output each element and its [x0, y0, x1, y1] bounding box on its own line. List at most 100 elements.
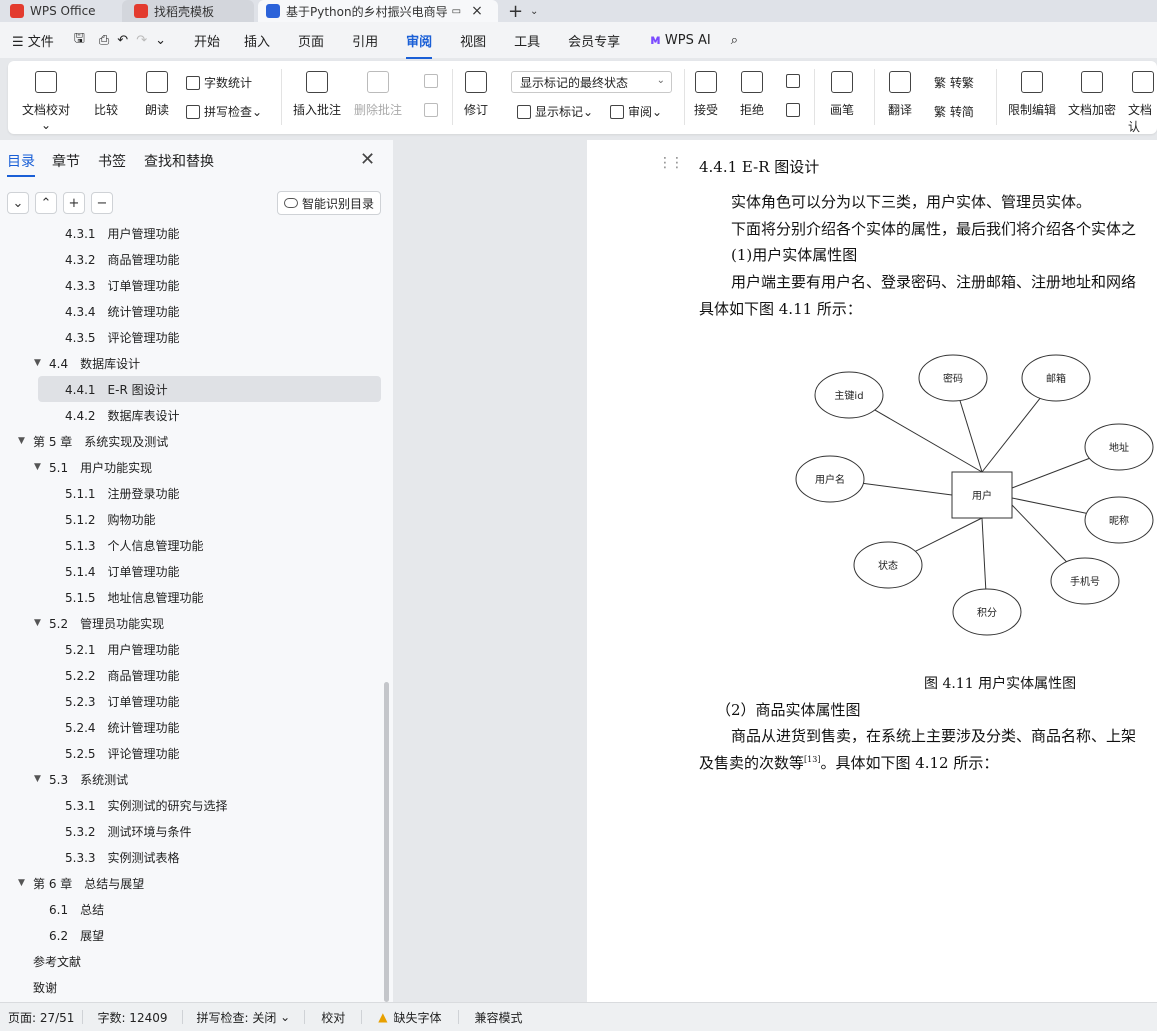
menu-file[interactable]: ☰ 文件	[0, 31, 64, 50]
toc-item[interactable]: 5.3.1 实例测试的研究与选择	[0, 792, 385, 818]
toc-item[interactable]: 4.3.2 商品管理功能	[0, 246, 385, 272]
toc-item[interactable]: ▼ 第 6 章总结与展望	[0, 870, 385, 896]
toc-item[interactable]: 6.2 展望	[0, 922, 385, 948]
collapse-all-icon[interactable]: ⌄	[7, 192, 29, 214]
search-icon[interactable]: ⌕	[721, 33, 748, 48]
undo-icon[interactable]: ↶	[113, 33, 132, 48]
toc-item[interactable]: 5.1.5 地址信息管理功能	[0, 584, 385, 610]
tab-list-chevron-icon[interactable]: ⌄	[530, 0, 538, 22]
close-icon[interactable]: ✕	[360, 149, 375, 170]
tab-wps-office[interactable]: WPS Office	[10, 0, 120, 22]
toc-item[interactable]: 5.2.2 商品管理功能	[0, 662, 385, 688]
menu-page[interactable]: 页面	[284, 31, 338, 50]
restrict-edit-button[interactable]: 限制编辑	[1008, 71, 1056, 118]
nav-tab-chapters[interactable]: 章节	[52, 151, 80, 171]
wps-ai-button[interactable]: ᴍ WPS AI	[634, 33, 721, 48]
to-traditional-button[interactable]: 繁 转繁	[934, 74, 974, 91]
toc-item[interactable]: 5.2.4 统计管理功能	[0, 714, 385, 740]
tab-document[interactable]: 基于Python的乡村振兴电商导 ▭ ×	[258, 0, 498, 22]
spell-check-button[interactable]: 拼写检查 ⌄	[186, 103, 262, 120]
menu-insert[interactable]: 插入	[230, 31, 284, 50]
reject-button[interactable]: 拒绝	[740, 71, 764, 118]
menu-member[interactable]: 会员专享	[554, 31, 634, 50]
save-icon[interactable]: 🖫	[64, 29, 95, 51]
encrypt-button[interactable]: 文档加密	[1068, 71, 1116, 118]
menu-review[interactable]: 审阅	[392, 31, 446, 59]
toc-item[interactable]: 4.3.3 订单管理功能	[0, 272, 385, 298]
toc-item[interactable]: ▼ 5.1 用户功能实现	[0, 454, 385, 480]
menu-home[interactable]: 开始	[178, 31, 230, 50]
toc-item[interactable]: 6.1 总结	[0, 896, 385, 922]
nav-tab-bookmarks[interactable]: 书签	[98, 151, 126, 171]
nav-tab-toc[interactable]: 目录	[7, 151, 35, 177]
revise-button[interactable]: 修订	[464, 71, 488, 118]
tab-templates[interactable]: 找稻壳模板	[122, 0, 254, 22]
toc-item[interactable]: ▼ 第 5 章系统实现及测试	[0, 428, 385, 454]
toc-item[interactable]: 5.2.3 订单管理功能	[0, 688, 385, 714]
tab-close-icon[interactable]: ×	[471, 3, 483, 19]
new-tab-icon[interactable]: +	[508, 0, 523, 22]
review-pane-button[interactable]: 审阅 ⌄	[610, 103, 662, 120]
next-change-icon[interactable]	[786, 103, 804, 117]
word-count-status[interactable]: 字数: 12409	[83, 1010, 183, 1025]
add-heading-icon[interactable]: +	[63, 192, 85, 214]
markup-state-select[interactable]: 显示标记的最终状态 ⌄	[511, 71, 672, 93]
expand-triangle-icon[interactable]: ▼	[34, 358, 41, 368]
doc-check-button[interactable]: 文档校对 ⌄	[22, 71, 70, 132]
toc-item[interactable]: 5.1.3 个人信息管理功能	[0, 532, 385, 558]
menu-tools[interactable]: 工具	[500, 31, 554, 50]
toc-item[interactable]: 5.2.1 用户管理功能	[0, 636, 385, 662]
expand-triangle-icon[interactable]: ▼	[34, 774, 41, 784]
proof-status[interactable]: 校对	[305, 1010, 363, 1025]
nav-scrollbar[interactable]	[384, 682, 389, 1002]
more-chevron-icon[interactable]: ⌄	[151, 33, 178, 48]
pen-button[interactable]: 画笔	[830, 71, 854, 118]
spell-check-status[interactable]: 拼写检查: 关闭 ⌄	[183, 1010, 306, 1025]
translate-button[interactable]: 翻译	[888, 71, 912, 118]
word-count-button[interactable]: 字数统计	[186, 74, 252, 91]
toc-item[interactable]: 5.1.2 购物功能	[0, 506, 385, 532]
missing-font-status[interactable]: ▲ 缺失字体	[362, 1010, 459, 1025]
toc-item[interactable]: 4.4.2 数据库表设计	[0, 402, 385, 428]
toc-item[interactable]: 4.3.4 统计管理功能	[0, 298, 385, 324]
expand-triangle-icon[interactable]: ▼	[34, 462, 41, 472]
toc-item[interactable]: 参考文献	[0, 948, 385, 974]
menu-view[interactable]: 视图	[446, 31, 500, 50]
doc-auth-button[interactable]: 文档认	[1128, 71, 1157, 135]
prev-change-icon[interactable]	[786, 74, 804, 88]
toc-item[interactable]: 4.4.1 E-R 图设计	[38, 376, 381, 402]
delete-comment-button[interactable]: 删除批注	[354, 71, 402, 118]
toc-item[interactable]: ▼ 4.4 数据库设计	[0, 350, 385, 376]
read-aloud-button[interactable]: 朗读	[145, 71, 169, 118]
next-comment-icon[interactable]	[424, 103, 442, 117]
smart-toc-button[interactable]: 智能识别目录	[277, 191, 381, 215]
page-indicator[interactable]: 页面: 27/51	[0, 1010, 84, 1025]
redo-icon[interactable]: ↷	[132, 33, 151, 48]
toc-item[interactable]: 5.2.5 评论管理功能	[0, 740, 385, 766]
expand-triangle-icon[interactable]: ▼	[18, 436, 25, 446]
toc-item[interactable]: 4.3.5 评论管理功能	[0, 324, 385, 350]
print-icon[interactable]: ⎙	[95, 33, 113, 48]
tab-window-icon[interactable]: ▭	[452, 6, 461, 17]
toc-item[interactable]: 5.1.4 订单管理功能	[0, 558, 385, 584]
toc-item[interactable]: 5.3.3 实例测试表格	[0, 844, 385, 870]
expand-up-icon[interactable]: ⌃	[35, 192, 57, 214]
remove-heading-icon[interactable]: −	[91, 192, 113, 214]
compat-mode-status[interactable]: 兼容模式	[459, 1010, 539, 1025]
expand-triangle-icon[interactable]: ▼	[34, 618, 41, 628]
accept-button[interactable]: 接受	[694, 71, 718, 118]
expand-triangle-icon[interactable]: ▼	[18, 878, 25, 888]
show-markup-button[interactable]: 显示标记 ⌄	[517, 103, 593, 120]
to-simplified-button[interactable]: 繁 转简	[934, 103, 974, 120]
toc-item[interactable]: 5.3.2 测试环境与条件	[0, 818, 385, 844]
nav-tab-find-replace[interactable]: 查找和替换	[144, 151, 214, 171]
insert-comment-button[interactable]: 插入批注	[293, 71, 341, 118]
toc-item[interactable]: 致谢	[0, 974, 385, 1000]
compare-button[interactable]: 比较	[94, 71, 118, 118]
citation-ref[interactable]: [13]	[804, 755, 820, 764]
prev-comment-icon[interactable]	[424, 74, 442, 88]
toc-item[interactable]: ▼ 5.3 系统测试	[0, 766, 385, 792]
menu-references[interactable]: 引用	[338, 31, 392, 50]
toc-item[interactable]: ▼ 5.2 管理员功能实现	[0, 610, 385, 636]
drag-handle-icon[interactable]: ⋮⋮	[658, 155, 684, 171]
